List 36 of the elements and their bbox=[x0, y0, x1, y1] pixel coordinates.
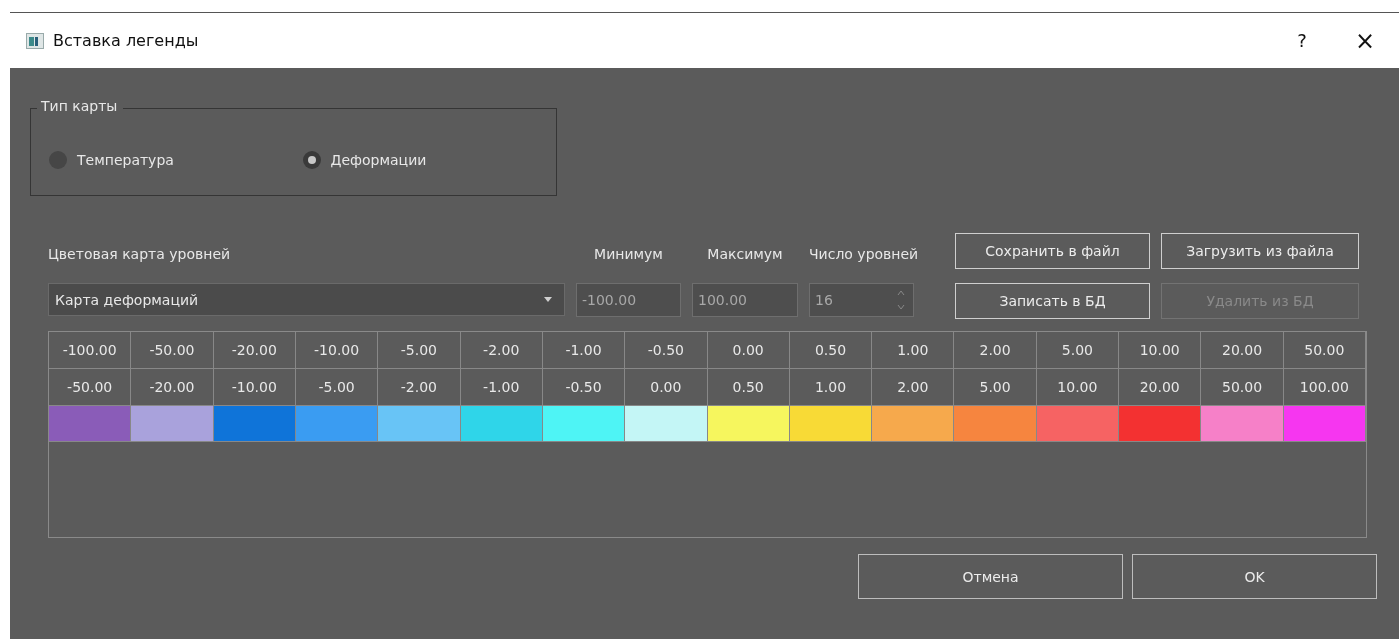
table-cell: 50.00 bbox=[1283, 332, 1366, 369]
table-cell: -5.00 bbox=[378, 332, 461, 369]
table-cell: 10.00 bbox=[1119, 332, 1202, 369]
table-cell: -10.00 bbox=[295, 332, 379, 369]
window-title: Вставка легенды bbox=[53, 31, 199, 50]
radio-option[interactable]: Деформации bbox=[302, 151, 556, 169]
table-cell: 20.00 bbox=[1201, 332, 1284, 369]
group-title: Тип карты bbox=[37, 98, 124, 114]
table-cell: -100.00 bbox=[49, 332, 132, 369]
minimum-label: Минимум bbox=[593, 245, 664, 262]
table-cell: 5.00 bbox=[1036, 332, 1120, 369]
table-cell: 0.50 bbox=[789, 332, 873, 369]
table-cell: 2.00 bbox=[954, 332, 1037, 369]
app-icon bbox=[26, 32, 44, 49]
load-file-button[interactable]: Загрузить из файла bbox=[1161, 233, 1359, 269]
table-cell: -0.50 bbox=[625, 332, 708, 369]
save-file-button[interactable]: Сохранить в файл bbox=[955, 233, 1150, 269]
radio-label: Температура bbox=[77, 152, 174, 168]
table-cell: -20.00 bbox=[213, 332, 296, 369]
table-cell: 0.00 bbox=[707, 332, 790, 369]
write-db-button[interactable]: Записать в БД bbox=[955, 283, 1150, 319]
close-button[interactable]: × bbox=[1354, 26, 1375, 55]
dropdown-arrow-icon bbox=[544, 297, 552, 302]
help-button[interactable]: ? bbox=[1297, 30, 1307, 51]
colormap-dropdown[interactable]: Карта деформаций bbox=[48, 283, 565, 316]
radio-icon[interactable] bbox=[302, 151, 321, 169]
table-cell: 1.00 bbox=[872, 332, 955, 369]
radio-option[interactable]: Температура bbox=[49, 151, 303, 169]
ok-button[interactable]: OK bbox=[1132, 554, 1377, 599]
table-cell: -2.00 bbox=[460, 332, 543, 369]
radio-label: Деформации bbox=[330, 152, 427, 168]
colormap-label: Цветовая карта уровней bbox=[48, 245, 232, 262]
cancel-button[interactable]: Отмена bbox=[858, 554, 1123, 599]
table-cell: -1.00 bbox=[542, 332, 626, 369]
table-cell: -50.00 bbox=[131, 332, 214, 369]
maximum-label: Максимум bbox=[706, 245, 784, 262]
